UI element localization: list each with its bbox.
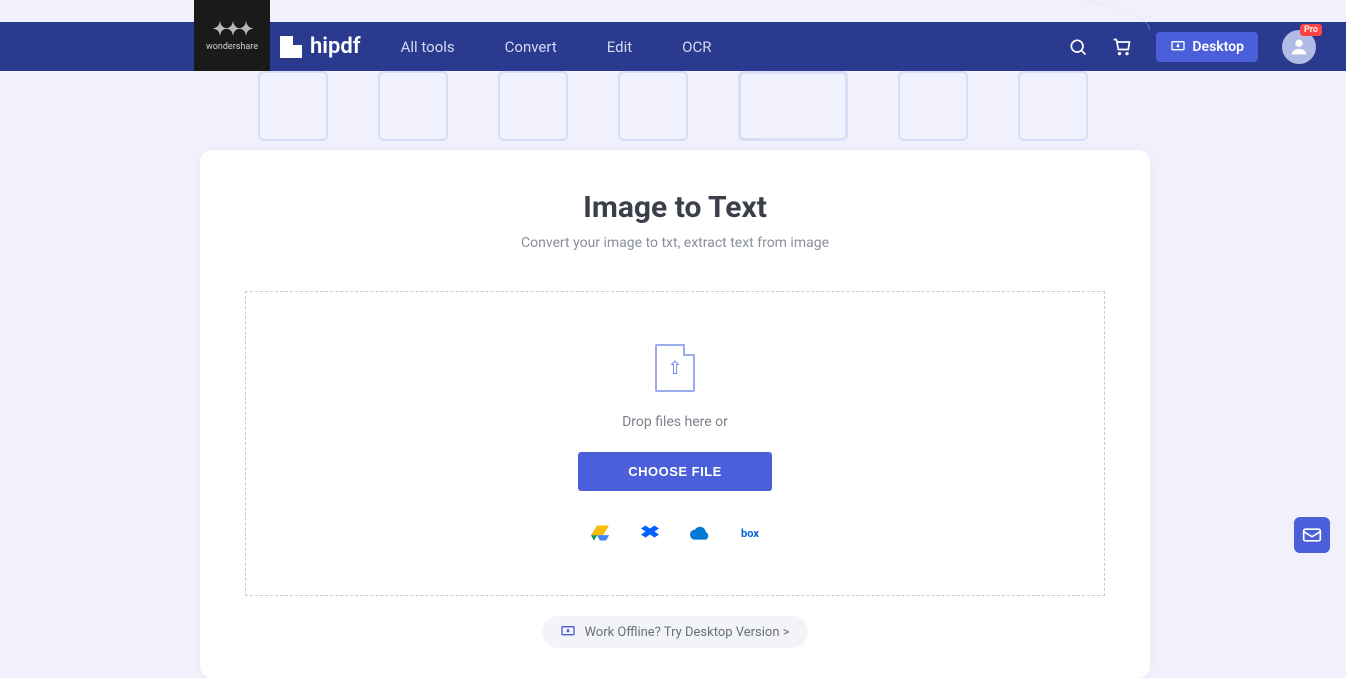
brand-name: hipdf <box>310 34 361 59</box>
cloud-providers: box <box>590 523 760 543</box>
hipdf-logo-icon <box>280 36 302 58</box>
nav-convert[interactable]: Convert <box>505 38 557 56</box>
page-subtitle: Convert your image to txt, extract text … <box>200 235 1150 251</box>
dropbox-icon[interactable] <box>640 523 660 543</box>
google-drive-icon[interactable] <box>590 523 610 543</box>
user-icon <box>1288 36 1310 58</box>
wondershare-logo-icon: ✦✦✦ <box>212 19 251 40</box>
nav-ocr[interactable]: OCR <box>682 38 711 56</box>
cart-icon[interactable] <box>1112 37 1132 57</box>
choose-file-button[interactable]: CHOOSE FILE <box>578 452 772 491</box>
avatar[interactable]: Pro <box>1282 30 1316 64</box>
nav-links: All tools Convert Edit OCR <box>401 38 712 56</box>
offline-text: Work Offline? Try Desktop Version > <box>584 625 789 640</box>
nav-all-tools[interactable]: All tools <box>401 38 455 56</box>
box-icon[interactable]: box <box>740 523 760 543</box>
wondershare-label: wondershare <box>206 42 258 52</box>
download-icon <box>1170 39 1186 55</box>
drop-text: Drop files here or <box>622 414 728 430</box>
desktop-label: Desktop <box>1192 39 1244 55</box>
decorative-arc <box>200 0 1150 30</box>
search-icon[interactable] <box>1068 37 1088 57</box>
nav-edit[interactable]: Edit <box>607 38 632 56</box>
monitor-download-icon <box>560 624 576 640</box>
upload-file-icon: ⇧ <box>655 344 695 392</box>
feedback-button[interactable] <box>1294 517 1330 553</box>
page-title: Image to Text <box>200 190 1150 225</box>
desktop-button[interactable]: Desktop <box>1156 32 1258 62</box>
main-card: Image to Text Convert your image to txt,… <box>200 150 1150 678</box>
wondershare-badge[interactable]: ✦✦✦ wondershare <box>194 0 270 71</box>
brand[interactable]: hipdf <box>280 34 361 59</box>
offline-pill[interactable]: Work Offline? Try Desktop Version > <box>542 616 807 648</box>
nav-right: Desktop Pro <box>1068 30 1316 64</box>
background-decor <box>0 71 1346 161</box>
pro-badge: Pro <box>1300 24 1322 36</box>
onedrive-icon[interactable] <box>690 523 710 543</box>
mail-icon <box>1302 527 1322 543</box>
dropzone[interactable]: ⇧ Drop files here or CHOOSE FILE box <box>245 291 1105 596</box>
upload-arrow-icon: ⇧ <box>667 358 682 379</box>
